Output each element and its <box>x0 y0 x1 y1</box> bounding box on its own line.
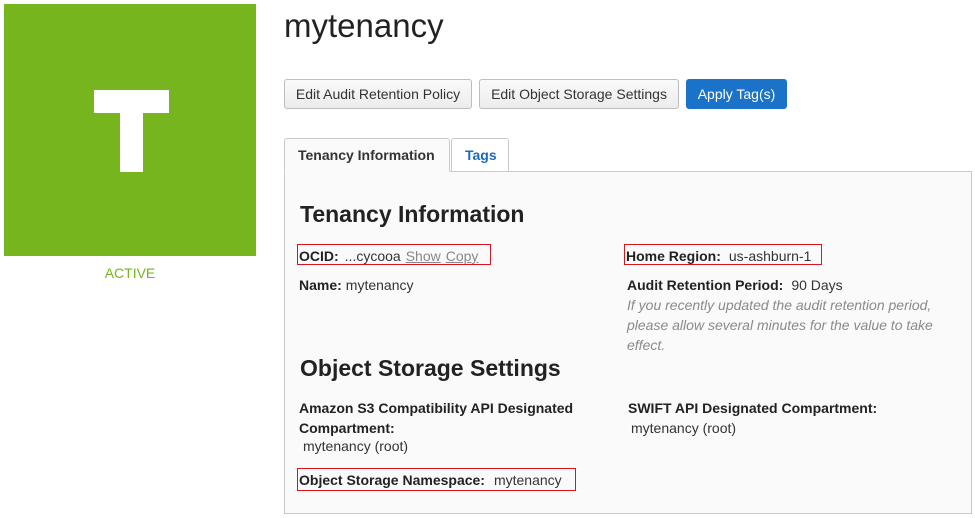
edit-audit-retention-button[interactable]: Edit Audit Retention Policy <box>284 79 472 109</box>
swift-compartment-value: mytenancy (root) <box>631 420 737 436</box>
namespace-field: Object Storage Namespace: mytenancy <box>297 468 576 491</box>
edit-object-storage-button[interactable]: Edit Object Storage Settings <box>479 79 679 109</box>
s3-compartment-label: Amazon S3 Compatibility API Designated C… <box>299 400 574 436</box>
ocid-show-link[interactable]: Show <box>406 248 441 264</box>
home-region-field: Home Region: us-ashburn-1 <box>624 244 822 265</box>
ocid-copy-link[interactable]: Copy <box>446 248 479 264</box>
audit-retention-value: 90 Days <box>791 277 843 293</box>
tenancy-information-heading: Tenancy Information <box>300 201 525 227</box>
name-label: Name: <box>299 277 342 293</box>
s3-compartment-value: mytenancy (root) <box>303 438 409 454</box>
tenancy-icon-tile <box>4 4 256 256</box>
ocid-label: OCID: <box>299 248 339 264</box>
tenancy-letter-icon-stem <box>120 90 143 172</box>
home-region-value: us-ashburn-1 <box>728 248 812 264</box>
name-field: Name: mytenancy <box>299 275 414 295</box>
namespace-value: mytenancy <box>493 472 562 488</box>
audit-retention-field: Audit Retention Period: 90 Days <box>627 275 843 295</box>
name-value: mytenancy <box>345 277 414 293</box>
tab-tenancy-information[interactable]: Tenancy Information <box>284 138 450 172</box>
ocid-value: ...cycooa <box>344 248 401 264</box>
page-title: mytenancy <box>284 7 444 44</box>
status-label: ACTIVE <box>104 265 156 281</box>
apply-tags-button[interactable]: Apply Tag(s) <box>686 79 787 109</box>
ocid-field: OCID: ...cycooa Show Copy <box>297 244 491 265</box>
home-region-label: Home Region: <box>626 248 721 264</box>
object-storage-heading: Object Storage Settings <box>300 355 561 381</box>
swift-compartment-label: SWIFT API Designated Compartment: <box>628 400 878 416</box>
audit-retention-label: Audit Retention Period: <box>627 277 784 293</box>
tab-tags[interactable]: Tags <box>451 138 509 172</box>
namespace-label: Object Storage Namespace: <box>299 472 485 488</box>
audit-retention-note: If you recently updated the audit retent… <box>627 297 933 353</box>
